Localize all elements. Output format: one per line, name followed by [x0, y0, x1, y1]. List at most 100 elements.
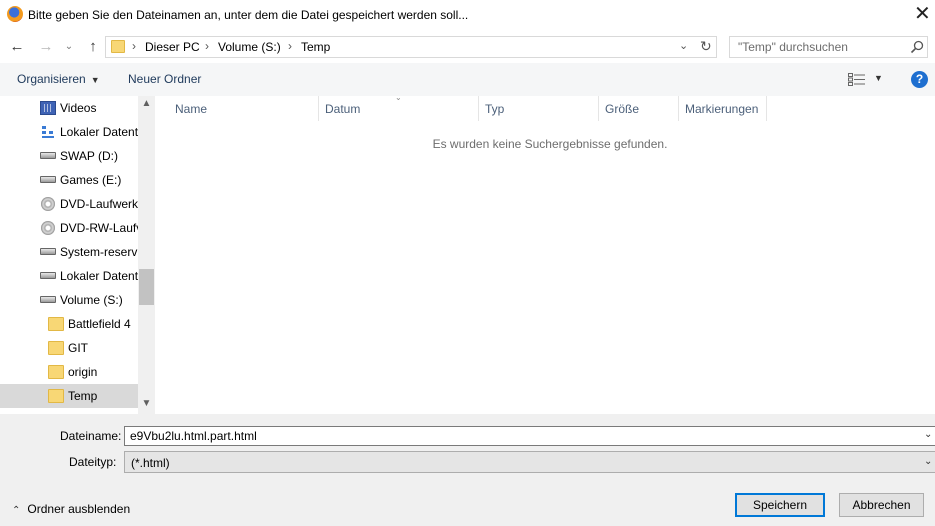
breadcrumb-separator-icon[interactable]: ›: [132, 39, 136, 53]
column-header-label: Datum: [325, 102, 361, 116]
folder-icon: [48, 365, 64, 379]
filename-dropdown-icon[interactable]: ⌄: [924, 429, 932, 440]
sidebar-item-label: Volume (S:): [60, 293, 123, 307]
column-header-label: Größe: [605, 102, 640, 116]
filetype-label: Dateityp:: [69, 455, 117, 469]
breadcrumb-separator-icon[interactable]: ›: [205, 39, 209, 53]
address-dropdown-icon[interactable]: ⌄: [679, 39, 688, 52]
sidebar-item-label: Lokaler Datentr: [60, 125, 138, 139]
sidebar-item-lokaler-datentraeger-2[interactable]: Lokaler Datentr: [0, 264, 138, 288]
sidebar-item-battlefield-4[interactable]: Battlefield 4: [0, 312, 138, 336]
breadcrumb-volume-s[interactable]: Volume (S:): [218, 40, 281, 54]
sidebar-item-git[interactable]: GIT: [0, 336, 138, 360]
filetype-value: (*.html): [131, 456, 170, 470]
organize-label: Organisieren: [17, 72, 86, 86]
navigation-pane: Videos Lokaler Datentr SWAP (D:) Games (…: [0, 96, 155, 414]
sidebar-item-lokaler-datentraeger[interactable]: Lokaler Datentr: [0, 120, 138, 144]
sidebar-item-temp[interactable]: Temp: [0, 384, 138, 408]
scroll-up-arrow-icon[interactable]: ▲: [138, 98, 155, 109]
sidebar-item-system-reserviert[interactable]: System-reservi: [0, 240, 138, 264]
filetype-dropdown-icon: ⌄: [924, 456, 933, 467]
search-icon[interactable]: [910, 40, 924, 54]
up-arrow-icon[interactable]: ↑: [84, 37, 102, 57]
organize-dropdown-icon: ▼: [90, 75, 100, 85]
close-icon[interactable]: ✕: [914, 2, 935, 28]
sort-indicator-icon: ⌄: [395, 93, 402, 102]
sidebar-item-label: Games (E:): [60, 173, 122, 187]
folder-icon: [48, 341, 64, 355]
save-button[interactable]: Speichern: [735, 493, 825, 517]
save-options-panel: Dateiname: ⌄ Dateityp: (*.html) ⌄ ⌃ Ordne…: [0, 414, 935, 526]
back-arrow-icon[interactable]: ←: [8, 37, 26, 57]
file-list: Name Datum ⌄ Typ Größe Markierungen Es w…: [155, 93, 935, 414]
firefox-icon: [7, 6, 23, 22]
column-header-label: Markierungen: [685, 102, 759, 116]
scrollbar-thumb[interactable]: [139, 269, 154, 306]
column-header-label: Typ: [485, 102, 505, 116]
sidebar-item-origin[interactable]: origin: [0, 360, 138, 384]
network-icon: [42, 126, 54, 138]
help-icon[interactable]: ?: [911, 71, 928, 88]
hide-folders-label: Ordner ausblenden: [27, 502, 131, 516]
search-box[interactable]: [729, 36, 928, 58]
sidebar-item-games[interactable]: Games (E:): [0, 168, 138, 192]
sidebar-item-label: SWAP (D:): [60, 149, 119, 163]
sidebar-scrollbar[interactable]: ▲ ▼: [138, 96, 155, 414]
address-bar[interactable]: › Dieser PC › Volume (S:) › Temp ⌄ ↻: [105, 36, 717, 58]
breadcrumb-dieser-pc[interactable]: Dieser PC: [145, 40, 200, 54]
filename-label: Dateiname:: [60, 429, 122, 443]
sidebar-item-label: GIT: [68, 341, 88, 355]
drive-icon: [40, 296, 56, 303]
breadcrumb-separator-icon[interactable]: ›: [288, 39, 292, 53]
column-header-type[interactable]: Typ: [479, 96, 599, 121]
empty-results-message: Es wurden keine Suchergebnisse gefunden.: [432, 137, 668, 151]
sidebar-item-label: Videos: [60, 101, 97, 115]
hide-folders-toggle[interactable]: ⌃ Ordner ausblenden: [12, 502, 130, 516]
sidebar-item-swap[interactable]: SWAP (D:): [0, 144, 138, 168]
drive-icon: [40, 272, 56, 279]
search-input[interactable]: [730, 37, 906, 57]
filename-input[interactable]: [125, 427, 915, 445]
scroll-down-arrow-icon[interactable]: ▼: [138, 398, 155, 409]
command-bar: Organisieren ▼ Neuer Ordner ▼ ?: [0, 63, 935, 96]
column-header-tags[interactable]: Markierungen: [679, 96, 767, 121]
sidebar-item-label: origin: [68, 365, 98, 379]
forward-arrow-icon[interactable]: →: [37, 37, 55, 57]
sidebar-item-label: Temp: [68, 389, 98, 403]
dvd-drive-icon: [41, 221, 55, 235]
sidebar-item-videos[interactable]: Videos: [0, 96, 138, 120]
view-dropdown-icon[interactable]: ▼: [874, 73, 883, 83]
sidebar-item-dvd-rw-laufwerk[interactable]: DVD-RW-Laufv: [0, 216, 138, 240]
sidebar-item-label: Lokaler Datentr: [60, 269, 138, 283]
new-folder-button[interactable]: Neuer Ordner: [128, 72, 201, 86]
drive-icon: [40, 248, 56, 255]
breadcrumb-temp[interactable]: Temp: [301, 40, 330, 54]
organize-button[interactable]: Organisieren ▼: [17, 72, 100, 86]
column-header-name[interactable]: Name: [169, 96, 319, 121]
filename-combobox[interactable]: ⌄: [124, 426, 935, 446]
column-header-size[interactable]: Größe: [599, 96, 679, 121]
navigation-bar: ← → ⌄ ↑ › Dieser PC › Volume (S:) › Temp…: [0, 31, 935, 63]
sidebar-item-volume-s[interactable]: Volume (S:): [0, 288, 138, 312]
video-folder-icon: [40, 101, 56, 115]
sidebar-item-label: DVD-RW-Laufv: [60, 221, 138, 235]
cancel-button[interactable]: Abbrechen: [839, 493, 924, 517]
sidebar-item-label: System-reservi: [60, 245, 138, 259]
dvd-drive-icon: [41, 197, 55, 211]
drive-icon: [40, 152, 56, 159]
window-title: Bitte geben Sie den Dateinamen an, unter…: [28, 8, 469, 22]
refresh-icon[interactable]: ↻: [700, 38, 712, 55]
folder-icon: [48, 389, 64, 403]
view-options-icon[interactable]: [848, 73, 866, 86]
sidebar-item-label: DVD-Laufwerk: [60, 197, 138, 211]
filetype-select[interactable]: (*.html) ⌄: [124, 451, 935, 473]
folder-icon: [48, 317, 64, 331]
sidebar-item-dvd-laufwerk[interactable]: DVD-Laufwerk: [0, 192, 138, 216]
column-header-label: Name: [175, 102, 208, 116]
recent-locations-chevron-icon[interactable]: ⌄: [62, 37, 76, 57]
drive-icon: [40, 176, 56, 183]
chevron-up-icon: ⌃: [12, 505, 21, 516]
title-bar: Bitte geben Sie den Dateinamen an, unter…: [0, 0, 935, 31]
sidebar-item-label: Battlefield 4: [68, 317, 131, 331]
folder-icon: [111, 40, 125, 53]
